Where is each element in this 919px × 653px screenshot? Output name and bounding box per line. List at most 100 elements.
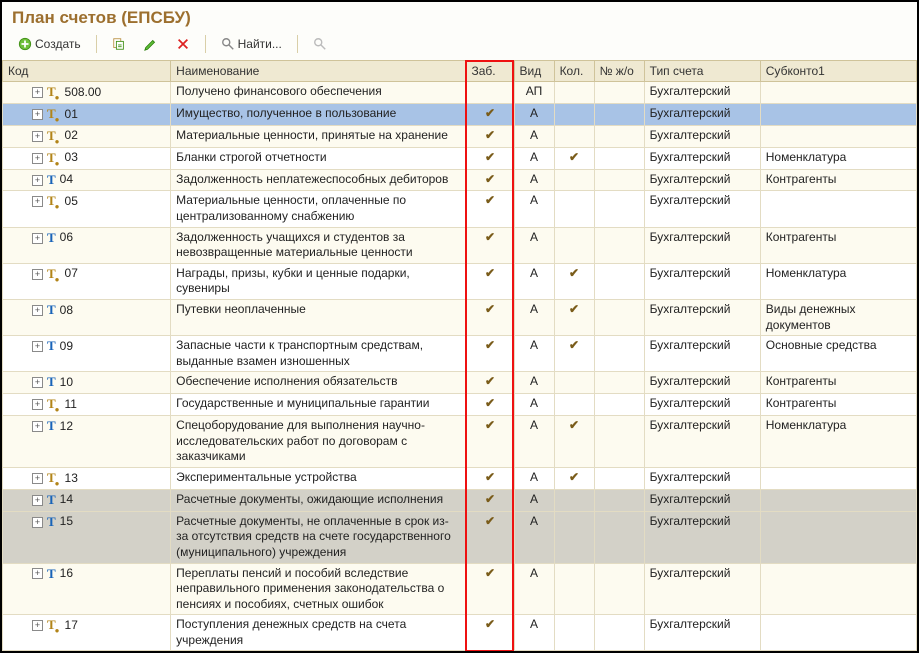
cancel-search-button[interactable] [307, 34, 333, 54]
table-row[interactable]: +Т15Расчетные документы, не оплаченные в… [3, 511, 917, 563]
table-row[interactable]: +Т●13Экспериментальные устройства✔А✔Бухг… [3, 467, 917, 489]
expand-toggle[interactable]: + [32, 620, 43, 631]
expand-toggle[interactable]: + [32, 421, 43, 432]
account-type-icon: Т [47, 338, 56, 355]
cell-nzo [594, 191, 644, 227]
table-row[interactable]: +Т14Расчетные документы, ожидающие испол… [3, 489, 917, 511]
table-row[interactable]: +Т●17Поступления денежных средств на сче… [3, 615, 917, 651]
expand-toggle[interactable]: + [32, 233, 43, 244]
expand-toggle[interactable]: + [32, 517, 43, 528]
cell-zab: ✔ [466, 336, 514, 372]
col-name[interactable]: Наименование [171, 61, 466, 82]
cell-kol [554, 394, 594, 416]
col-kol[interactable]: Кол. [554, 61, 594, 82]
expand-toggle[interactable]: + [32, 131, 43, 142]
table-row[interactable]: +Т●02Материальные ценности, принятые на … [3, 125, 917, 147]
expand-toggle[interactable]: + [32, 269, 43, 280]
check-icon: ✔ [485, 193, 495, 207]
edit-button[interactable] [138, 34, 164, 54]
account-code: 01 [65, 107, 78, 123]
cell-tip: Бухгалтерский [644, 227, 760, 263]
cell-kol: ✔ [554, 416, 594, 468]
table-row[interactable]: +Т10Обеспечение исполнения обязательств✔… [3, 372, 917, 394]
toolbar: Создать Найти... [2, 32, 917, 60]
table-row[interactable]: +Т06Задолженность учащихся и студентов з… [3, 227, 917, 263]
expand-toggle[interactable]: + [32, 399, 43, 410]
table-row[interactable]: +Т●05Материальные ценности, оплаченные п… [3, 191, 917, 227]
expand-toggle[interactable]: + [32, 305, 43, 316]
account-type-icon: Т● [47, 106, 61, 123]
table-row[interactable]: +Т●01Имущество, полученное в пользование… [3, 103, 917, 125]
account-code: 05 [65, 194, 78, 210]
col-tip[interactable]: Тип счета [644, 61, 760, 82]
table-row[interactable]: +Т04Задолженность неплатежеспособных деб… [3, 169, 917, 191]
cell-kol: ✔ [554, 336, 594, 372]
grid-wrapper: Код Наименование Заб. Вид Кол. № ж/о Тип… [2, 60, 917, 651]
table-row[interactable]: +Т●508.00Получено финансового обеспечени… [3, 82, 917, 104]
account-code: 508.00 [65, 85, 102, 101]
expand-toggle[interactable]: + [32, 377, 43, 388]
expand-toggle[interactable]: + [32, 87, 43, 98]
cell-vid: А [514, 416, 554, 468]
account-name: Экспериментальные устройства [171, 467, 466, 489]
cell-sub1: Контрагенты [760, 372, 916, 394]
expand-toggle[interactable]: + [32, 341, 43, 352]
check-icon: ✔ [485, 470, 495, 484]
cell-sub1 [760, 489, 916, 511]
cell-sub1: Номенклатура [760, 147, 916, 169]
copy-button[interactable] [106, 34, 132, 54]
delete-button[interactable] [170, 34, 196, 54]
account-type-icon: Т [47, 374, 56, 391]
cell-sub1: Контрагенты [760, 227, 916, 263]
cell-tip: Бухгалтерский [644, 563, 760, 615]
cell-kol [554, 372, 594, 394]
account-type-icon: Т● [47, 150, 61, 167]
account-name: Задолженность неплатежеспособных дебитор… [171, 169, 466, 191]
separator [96, 35, 97, 53]
expand-toggle[interactable]: + [32, 153, 43, 164]
col-sub1[interactable]: Субконто1 [760, 61, 916, 82]
col-vid[interactable]: Вид [514, 61, 554, 82]
cell-tip: Бухгалтерский [644, 103, 760, 125]
expand-toggle[interactable]: + [32, 196, 43, 207]
table-row[interactable]: +Т16Переплаты пенсий и пособий вследстви… [3, 563, 917, 615]
table-row[interactable]: +Т●11Государственные и муниципальные гар… [3, 394, 917, 416]
cell-zab: ✔ [466, 489, 514, 511]
expand-toggle[interactable]: + [32, 175, 43, 186]
account-type-icon: Т● [47, 617, 61, 634]
expand-toggle[interactable]: + [32, 109, 43, 120]
cell-zab: ✔ [466, 147, 514, 169]
expand-toggle[interactable]: + [32, 473, 43, 484]
create-button[interactable]: Создать [12, 34, 87, 54]
cell-sub1 [760, 125, 916, 147]
cell-nzo [594, 394, 644, 416]
accounts-grid[interactable]: Код Наименование Заб. Вид Кол. № ж/о Тип… [2, 60, 917, 651]
table-row[interactable]: +Т09Запасные части к транспортным средст… [3, 336, 917, 372]
cell-vid: А [514, 169, 554, 191]
account-name: Расчетные документы, не оплаченные в сро… [171, 511, 466, 563]
table-row[interactable]: +Т●03Бланки строгой отчетности✔А✔Бухгалт… [3, 147, 917, 169]
cell-vid: А [514, 125, 554, 147]
cell-sub1: Виды денежных документов [760, 300, 916, 336]
account-code: 17 [65, 618, 78, 634]
table-row[interactable]: +Т12Спецоборудование для выполнения науч… [3, 416, 917, 468]
check-icon: ✔ [569, 150, 579, 164]
cell-nzo [594, 372, 644, 394]
account-type-icon: Т● [47, 128, 61, 145]
col-zab[interactable]: Заб. [466, 61, 514, 82]
col-kod[interactable]: Код [3, 61, 171, 82]
find-button[interactable]: Найти... [215, 34, 288, 54]
account-type-icon: Т [47, 566, 56, 583]
expand-toggle[interactable]: + [32, 568, 43, 579]
cell-nzo [594, 563, 644, 615]
account-code: 11 [65, 397, 77, 413]
col-nzo[interactable]: № ж/о [594, 61, 644, 82]
cell-tip: Бухгалтерский [644, 394, 760, 416]
account-name: Переплаты пенсий и пособий вследствие не… [171, 563, 466, 615]
table-row[interactable]: +Т●07Награды, призы, кубки и ценные пода… [3, 263, 917, 299]
table-row[interactable]: +Т08Путевки неоплаченные✔А✔Бухгалтерский… [3, 300, 917, 336]
cell-nzo [594, 227, 644, 263]
cell-tip: Бухгалтерский [644, 467, 760, 489]
x-icon [176, 37, 190, 51]
expand-toggle[interactable]: + [32, 495, 43, 506]
